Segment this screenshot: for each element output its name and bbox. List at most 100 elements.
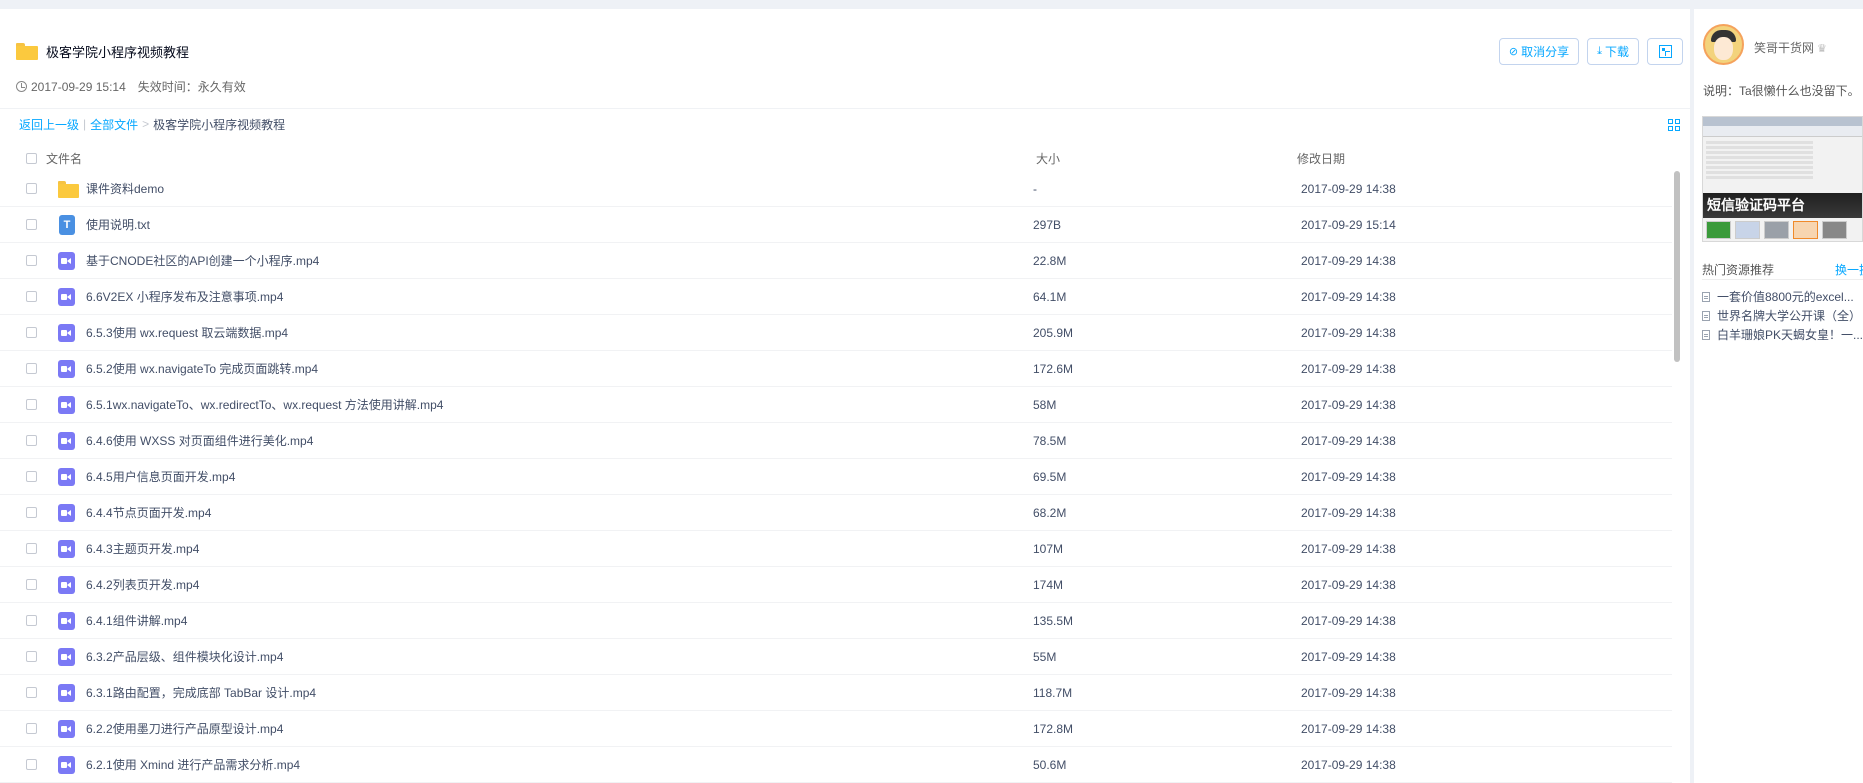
row-checkbox[interactable] xyxy=(26,507,37,518)
hot-resource-item[interactable]: 世界名牌大学公开课（全） xyxy=(1702,306,1863,325)
hot-resource-item[interactable]: 一套价值8800元的excel... xyxy=(1702,287,1863,306)
file-date: 2017-09-29 14:38 xyxy=(1301,685,1396,700)
hot-resources-title: 热门资源推荐 xyxy=(1702,263,1775,277)
row-checkbox[interactable] xyxy=(26,255,37,266)
qrcode-icon xyxy=(1658,45,1672,58)
video-file-icon xyxy=(58,467,75,486)
file-list: 课件资料demo - 2017-09-29 14:38 T 使用说明.txt 297B 20… xyxy=(0,171,1672,783)
file-name[interactable]: 6.4.3主题页开发.mp4 xyxy=(86,540,1033,557)
column-date[interactable]: 修改日期 xyxy=(1297,150,1597,167)
table-row[interactable]: 基于CNODE社区的API创建一个小程序.mp4 22.8M 2017-09-29 … xyxy=(0,243,1672,279)
file-name[interactable]: 6.4.4节点页面开发.mp4 xyxy=(86,504,1033,521)
table-row[interactable]: 6.3.2产品层级、组件模块化设计.mp4 55M 2017-09-29 14:38 xyxy=(0,639,1672,675)
file-name[interactable]: 6.3.1路由配置，完成底部 TabBar 设计.mp4 xyxy=(86,684,1033,701)
row-checkbox[interactable] xyxy=(26,615,37,626)
hot-resources-refresh[interactable]: 换一换 xyxy=(1835,261,1863,278)
file-name[interactable]: 6.4.1组件讲解.mp4 xyxy=(86,612,1033,629)
table-row[interactable]: T 使用说明.txt 297B 2017-09-29 15:14 xyxy=(0,207,1672,243)
row-checkbox[interactable] xyxy=(26,219,37,230)
table-row[interactable]: 课件资料demo - 2017-09-29 14:38 xyxy=(0,171,1672,207)
file-name[interactable]: 6.5.1wx.navigateTo、wx.redirectTo、wx.requ… xyxy=(86,396,1033,413)
file-name[interactable]: 6.5.2使用 wx.navigateTo 完成页面跳转.mp4 xyxy=(86,360,1033,377)
file-name[interactable]: 6.4.2列表页开发.mp4 xyxy=(86,576,1033,593)
crown-icon: ♛ xyxy=(1817,43,1827,55)
all-files-link[interactable]: 全部文件 xyxy=(90,116,138,133)
share-meta: 2017-09-29 15:14 失效时间：永久有效 xyxy=(16,78,246,95)
file-name[interactable]: 6.5.3使用 wx.request 取云端数据.mp4 xyxy=(86,324,1033,341)
qrcode-button[interactable] xyxy=(1647,38,1683,65)
table-row[interactable]: 6.2.1使用 Xmind 进行产品需求分析.mp4 50.6M 2017-09-2… xyxy=(0,747,1672,783)
download-button[interactable]: ⤓ 下载 xyxy=(1587,38,1639,65)
table-row[interactable]: 6.3.1路由配置，完成底部 TabBar 设计.mp4 118.7M 2017-0… xyxy=(0,675,1672,711)
video-file-icon xyxy=(58,503,75,522)
row-checkbox[interactable] xyxy=(26,363,37,374)
row-checkbox[interactable] xyxy=(26,759,37,770)
row-checkbox[interactable] xyxy=(26,543,37,554)
back-link[interactable]: 返回上一级 xyxy=(19,116,79,133)
avatar[interactable] xyxy=(1703,24,1744,65)
file-size: 118.7M xyxy=(1033,685,1073,700)
table-row[interactable]: 6.4.5用户信息页面开发.mp4 69.5M 2017-09-29 14:38 xyxy=(0,459,1672,495)
row-checkbox[interactable] xyxy=(26,435,37,446)
video-file-icon xyxy=(58,251,75,270)
video-file-icon xyxy=(58,287,75,306)
row-checkbox[interactable] xyxy=(26,687,37,698)
username[interactable]: 笑哥干货网 ♛ xyxy=(1754,39,1827,56)
file-name[interactable]: 课件资料demo xyxy=(86,180,1033,197)
video-file-icon xyxy=(58,323,75,342)
file-name[interactable]: 基于CNODE社区的API创建一个小程序.mp4 xyxy=(86,252,1033,269)
table-row[interactable]: 6.4.4节点页面开发.mp4 68.2M 2017-09-29 14:38 xyxy=(0,495,1672,531)
table-row[interactable]: 6.5.1wx.navigateTo、wx.redirectTo、wx.requ… xyxy=(0,387,1672,423)
file-name[interactable]: 使用说明.txt xyxy=(86,216,1033,233)
table-row[interactable]: 6.4.3主题页开发.mp4 107M 2017-09-29 14:38 xyxy=(0,531,1672,567)
document-icon xyxy=(1702,291,1710,302)
row-checkbox[interactable] xyxy=(26,471,37,482)
file-name[interactable]: 6.4.5用户信息页面开发.mp4 xyxy=(86,468,1033,485)
row-checkbox[interactable] xyxy=(26,579,37,590)
row-checkbox[interactable] xyxy=(26,183,37,194)
video-file-icon xyxy=(58,683,75,702)
file-name[interactable]: 6.2.1使用 Xmind 进行产品需求分析.mp4 xyxy=(86,756,1033,773)
row-checkbox[interactable] xyxy=(26,723,37,734)
scrollbar-thumb[interactable] xyxy=(1674,171,1680,362)
file-size: 172.8M xyxy=(1033,721,1074,736)
table-row[interactable]: 6.6V2EX 小程序发布及注意事项.mp4 64.1M 2017-09-29 14… xyxy=(0,279,1672,315)
grid-view-icon[interactable] xyxy=(1668,119,1680,131)
video-file-icon xyxy=(58,539,75,558)
row-checkbox[interactable] xyxy=(26,651,37,662)
table-row[interactable]: 6.4.6使用 WXSS 对页面组件进行美化.mp4 78.5M 2017-09-2… xyxy=(0,423,1672,459)
hot-resource-item[interactable]: 白羊珊娘PK天蝎女皇！一... xyxy=(1702,325,1863,344)
file-date: 2017-09-29 14:38 xyxy=(1301,505,1396,520)
video-file-icon xyxy=(58,431,75,450)
file-name[interactable]: 6.4.6使用 WXSS 对页面组件进行美化.mp4 xyxy=(86,432,1033,449)
row-checkbox[interactable] xyxy=(26,399,37,410)
file-name[interactable]: 6.2.2使用墨刀进行产品原型设计.mp4 xyxy=(86,720,1033,737)
column-name[interactable]: 文件名 xyxy=(46,150,1030,167)
cancel-share-label: 取消分享 xyxy=(1521,45,1570,59)
video-file-icon xyxy=(58,395,75,414)
cancel-share-button[interactable]: ⊘ 取消分享 xyxy=(1498,38,1580,65)
row-checkbox[interactable] xyxy=(26,291,37,302)
file-name[interactable]: 6.3.2产品层级、组件模块化设计.mp4 xyxy=(86,648,1033,665)
table-row[interactable]: 6.4.2列表页开发.mp4 174M 2017-09-29 14:38 xyxy=(0,567,1672,603)
video-file-icon xyxy=(58,359,75,378)
table-row[interactable]: 6.5.3使用 wx.request 取云端数据.mp4 205.9M 2017-0… xyxy=(0,315,1672,351)
hot-divider xyxy=(1702,279,1863,280)
scrollbar[interactable] xyxy=(1672,171,1682,783)
file-name[interactable]: 6.6V2EX 小程序发布及注意事项.mp4 xyxy=(86,288,1033,305)
promo-image[interactable]: 短信验证码平台 xyxy=(1702,116,1863,242)
breadcrumb: 返回上一级 | 全部文件 > 极客学院小程序视频教程 xyxy=(19,116,285,132)
file-date: 2017-09-29 15:14 xyxy=(1301,217,1396,232)
row-checkbox[interactable] xyxy=(26,327,37,338)
file-size: 68.2M xyxy=(1033,505,1067,520)
column-size[interactable]: 大小 xyxy=(1030,150,1297,167)
file-size: - xyxy=(1033,181,1037,196)
table-row[interactable]: 6.2.2使用墨刀进行产品原型设计.mp4 172.8M 2017-09-29 14… xyxy=(0,711,1672,747)
username-text: 笑哥干货网 xyxy=(1754,41,1815,55)
file-size: 50.6M xyxy=(1033,757,1067,772)
select-all-checkbox[interactable] xyxy=(26,152,37,164)
table-row[interactable]: 6.4.1组件讲解.mp4 135.5M 2017-09-29 14:38 xyxy=(0,603,1672,639)
table-row[interactable]: 6.5.2使用 wx.navigateTo 完成页面跳转.mp4 172.6M 20… xyxy=(0,351,1672,387)
promo-text: 短信验证码平台 xyxy=(1703,193,1862,218)
file-date: 2017-09-29 14:38 xyxy=(1301,757,1396,772)
